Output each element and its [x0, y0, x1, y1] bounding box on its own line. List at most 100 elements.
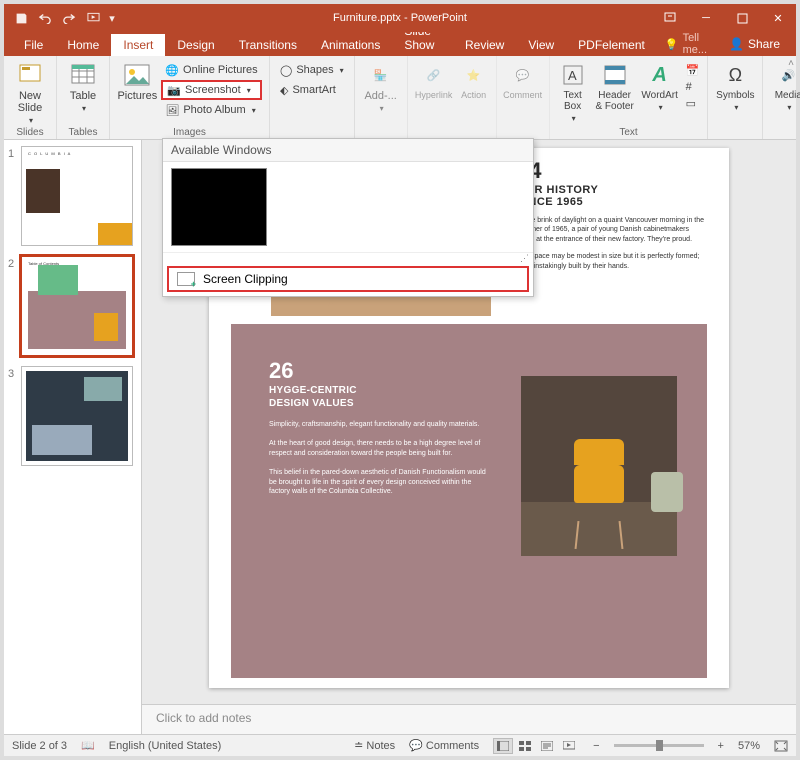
screen-clipping-item[interactable]: Screen Clipping — [167, 266, 529, 292]
qat-customize-icon[interactable]: ▾ — [106, 7, 118, 29]
header-footer-button[interactable]: Header & Footer — [594, 58, 636, 112]
spell-check-icon[interactable]: 📖 — [81, 739, 95, 752]
pictures-button[interactable]: Pictures — [117, 58, 157, 102]
tell-me-label: Tell me... — [683, 32, 707, 56]
title-bar: ▾ Furniture.pptx - PowerPoint ─ ✕ — [4, 4, 796, 32]
addins-button[interactable]: 🏪Add-...▾ — [361, 58, 401, 113]
zoom-level[interactable]: 57% — [738, 740, 760, 752]
smartart-button[interactable]: ⬖SmartArt — [276, 80, 348, 100]
save-icon[interactable] — [10, 7, 32, 29]
group-symbols: ΩSymbols▾ — [708, 56, 763, 139]
thumbnail-number: 1 — [8, 146, 18, 160]
resize-handle-icon[interactable]: ⋰ — [163, 252, 533, 264]
window-title: Furniture.pptx - PowerPoint — [333, 12, 467, 24]
tab-insert[interactable]: Insert — [111, 34, 165, 56]
undo-icon[interactable] — [34, 7, 56, 29]
hyperlink-button[interactable]: 🔗Hyperlink — [414, 58, 454, 100]
comments-toggle[interactable]: 💬 Comments — [409, 739, 479, 752]
group-label-slides: Slides — [16, 125, 43, 139]
start-from-beginning-icon[interactable] — [82, 7, 104, 29]
action-button[interactable]: ⭐Action — [458, 58, 490, 100]
slideshow-view-button[interactable] — [559, 738, 579, 754]
chair-image[interactable] — [521, 376, 677, 556]
table-icon — [70, 62, 96, 88]
group-comments: 💬Comment — [497, 56, 550, 139]
zoom-slider[interactable] — [614, 744, 704, 747]
screenshot-dropdown: Available Windows ⋰ Screen Clipping — [162, 138, 534, 297]
reading-view-button[interactable] — [537, 738, 557, 754]
camera-icon: 📷 — [167, 84, 181, 97]
tab-pdfelement[interactable]: PDFelement — [566, 34, 657, 56]
group-label-media — [787, 125, 790, 139]
collapse-ribbon-icon[interactable]: ˄ — [788, 58, 794, 69]
slide-counter[interactable]: Slide 2 of 3 — [12, 740, 67, 752]
redo-icon[interactable] — [58, 7, 80, 29]
thumbnail-2[interactable]: 2 Table of Contents — [8, 256, 137, 356]
language-indicator[interactable]: English (United States) — [109, 740, 222, 752]
globe-icon: 🌐 — [165, 64, 179, 77]
ribbon-options-icon[interactable] — [652, 4, 688, 32]
group-links: 🔗Hyperlink ⭐Action — [408, 56, 497, 139]
thumbnail-preview[interactable]: Table of Contents — [21, 256, 133, 356]
new-slide-button[interactable]: New Slide ▾ — [10, 58, 50, 125]
slide-thumbnails-pane[interactable]: 1 C O L U M B I A 2 Table of Contents 3 — [4, 140, 142, 734]
thumbnail-1[interactable]: 1 C O L U M B I A — [8, 146, 137, 246]
object-icon[interactable]: ▭ — [684, 95, 702, 112]
tab-view[interactable]: View — [516, 34, 566, 56]
comment-button[interactable]: 💬Comment — [503, 58, 543, 100]
media-button[interactable]: 🔊Media▾ — [769, 58, 800, 112]
screen-clipping-icon — [177, 272, 195, 286]
notes-toggle[interactable]: ≐ Notes — [354, 739, 395, 752]
symbols-button[interactable]: ΩSymbols▾ — [714, 58, 756, 112]
maximize-button[interactable] — [724, 4, 760, 32]
section-26-number: 26 — [269, 358, 489, 384]
minimize-button[interactable]: ─ — [688, 4, 724, 32]
section-24[interactable]: 24 OUR HISTORY SINCE 1965 At the brink o… — [517, 158, 707, 271]
tab-design[interactable]: Design — [165, 34, 226, 56]
tab-transitions[interactable]: Transitions — [227, 34, 309, 56]
section-24-para1: At the brink of daylight on a quaint Van… — [517, 216, 707, 244]
notes-placeholder: Click to add notes — [156, 711, 251, 725]
comment-label: Comment — [503, 90, 542, 100]
wordart-button[interactable]: AWordArt▾ — [640, 58, 680, 112]
group-images: Pictures 🌐Online Pictures 📷Screenshot▾ 🖼… — [110, 56, 270, 139]
window-thumbnail[interactable] — [171, 168, 267, 246]
section-26-para1: Simplicity, craftsmanship, elegant funct… — [269, 420, 489, 429]
hyperlink-label: Hyperlink — [415, 90, 453, 100]
thumbnail-number: 3 — [8, 366, 18, 380]
thumbnail-preview[interactable] — [21, 366, 133, 466]
close-button[interactable]: ✕ — [760, 4, 796, 32]
action-label: Action — [461, 90, 486, 100]
tab-animations[interactable]: Animations — [309, 34, 392, 56]
section-26[interactable]: 26 HYGGE-CENTRIC DESIGN VALUES Simplicit… — [269, 358, 489, 497]
section-26-title: HYGGE-CENTRIC DESIGN VALUES — [269, 384, 489, 410]
tab-home[interactable]: Home — [55, 34, 111, 56]
thumbnail-3[interactable]: 3 — [8, 366, 137, 466]
tell-me-search[interactable]: 💡Tell me... — [657, 32, 715, 56]
share-button[interactable]: 👤Share — [719, 33, 790, 55]
shapes-label: Shapes — [296, 64, 333, 76]
shapes-button[interactable]: ◯Shapes▾ — [276, 60, 348, 80]
slide-sorter-button[interactable] — [515, 738, 535, 754]
zoom-in-button[interactable]: + — [718, 740, 724, 752]
normal-view-button[interactable] — [493, 738, 513, 754]
group-label-addins — [379, 125, 382, 139]
thumbnail-preview[interactable]: C O L U M B I A — [21, 146, 133, 246]
thumb1-brand: C O L U M B I A — [28, 151, 71, 156]
text-box-icon: A — [560, 62, 586, 88]
slide-number-icon[interactable]: # — [684, 79, 702, 95]
table-button[interactable]: Table ▾ — [63, 58, 103, 113]
photo-album-button[interactable]: 🖼Photo Album▾ — [161, 100, 261, 120]
tab-file[interactable]: File — [12, 34, 55, 56]
online-pictures-button[interactable]: 🌐Online Pictures — [161, 60, 261, 80]
text-box-button[interactable]: AText Box▾ — [556, 58, 590, 123]
screenshot-button[interactable]: 📷Screenshot▾ — [161, 80, 261, 100]
zoom-out-button[interactable]: − — [593, 740, 599, 752]
wordart-label: WordArt — [641, 90, 678, 101]
section-26-para2: At the heart of good design, there needs… — [269, 439, 489, 458]
notes-pane[interactable]: Click to add notes — [142, 704, 796, 734]
date-time-icon[interactable]: 📅 — [684, 62, 702, 79]
tab-review[interactable]: Review — [453, 34, 516, 56]
fit-to-window-button[interactable] — [774, 740, 788, 752]
chevron-down-icon: ▾ — [380, 104, 384, 113]
